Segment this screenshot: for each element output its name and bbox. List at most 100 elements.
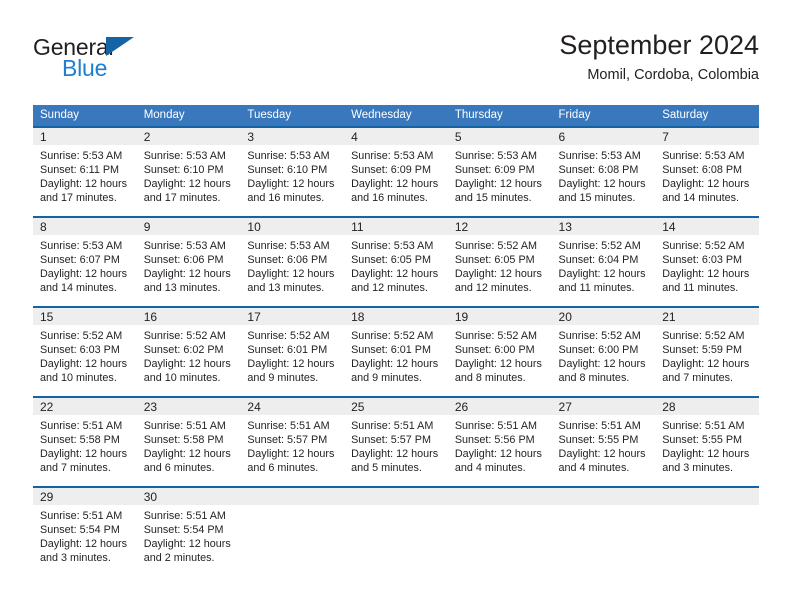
calendar-day-cell[interactable]: 9 Sunrise: 5:53 AM Sunset: 6:06 PM Daylight… [136,218,241,306]
day-details: Sunrise: 5:52 AM Sunset: 6:00 PM Daylight:… [448,325,552,385]
calendar-day-cell[interactable]: 17 Sunrise: 5:52 AM Sunset: 6:01 PM Dayligh… [240,308,345,396]
calendar-day-cell[interactable]: 11 Sunrise: 5:53 AM Sunset: 6:05 PM Dayligh… [344,218,448,306]
day-detail-line: and 15 minutes. [558,192,636,205]
calendar-day-cell[interactable]: 15 Sunrise: 5:52 AM Sunset: 6:03 PM Dayligh… [33,308,137,396]
day-detail-line: Sunset: 6:07 PM [40,254,120,267]
day-detail-line: Sunrise: 5:51 AM [40,510,123,522]
calendar-day-cell[interactable]: 8 Sunrise: 5:53 AM Sunset: 6:07 PM Daylight… [33,218,137,306]
calendar-day-cell[interactable]: 16 Sunrise: 5:52 AM Sunset: 6:02 PM Dayligh… [136,308,241,396]
day-detail-line: Sunset: 6:04 PM [558,254,639,267]
day-detail-line: Daylight: 12 hours [247,448,335,461]
calendar-day-cell[interactable]: 19 Sunrise: 5:52 AM Sunset: 6:00 PM Dayligh… [447,308,552,396]
calendar-day-cell[interactable]: 22 Sunrise: 5:51 AM Sunset: 5:58 PM Dayligh… [33,398,137,486]
calendar-cell: 12 Sunrise: 5:52 AM Sunset: 6:05 PM Dayligh… [447,216,552,307]
calendar-day-cell[interactable]: 4 Sunrise: 5:53 AM Sunset: 6:09 PM Daylight… [344,128,448,216]
calendar-day-cell[interactable]: 21 Sunrise: 5:52 AM Sunset: 5:59 PM Dayligh… [655,308,759,396]
day-detail-line: and 5 minutes. [351,462,422,475]
calendar-day-cell[interactable]: 26 Sunrise: 5:51 AM Sunset: 5:56 PM Dayligh… [447,398,552,486]
calendar-day-cell[interactable]: 27 Sunrise: 5:51 AM Sunset: 5:55 PM Dayligh… [551,398,656,486]
day-details: Sunrise: 5:52 AM Sunset: 6:00 PM Daylight:… [552,325,656,385]
calendar-day-cell[interactable]: 12 Sunrise: 5:52 AM Sunset: 6:05 PM Dayligh… [447,218,552,306]
day-detail-line: Sunset: 6:09 PM [351,164,431,177]
day-details: Sunrise: 5:52 AM Sunset: 6:04 PM Daylight:… [552,235,656,295]
calendar-cell: 6 Sunrise: 5:53 AM Sunset: 6:08 PM Daylight… [551,126,656,217]
day-detail-line: and 7 minutes. [40,462,111,475]
day-number: 23 [136,398,241,415]
logo-text-blue: Blue [62,55,108,81]
day-details: Sunrise: 5:52 AM Sunset: 6:03 PM Daylight:… [33,325,137,385]
calendar-cell: 11 Sunrise: 5:53 AM Sunset: 6:05 PM Dayligh… [344,216,448,307]
day-detail-line: Daylight: 12 hours [40,358,128,371]
calendar-day-cell[interactable]: 29 Sunrise: 5:51 AM Sunset: 5:54 PM Dayligh… [33,488,137,574]
day-detail-line: and 17 minutes. [40,192,117,205]
day-details: Sunrise: 5:53 AM Sunset: 6:06 PM Daylight:… [137,235,241,295]
calendar-cell: 30 Sunrise: 5:51 AM Sunset: 5:54 PM Dayligh… [136,486,241,574]
calendar-day-cell[interactable]: 23 Sunrise: 5:51 AM Sunset: 5:58 PM Dayligh… [136,398,241,486]
day-detail-line: Sunrise: 5:53 AM [454,150,538,162]
calendar-grid: Sunday Monday Tuesday Wednesday Thursday… [33,105,759,574]
calendar-cell: 1 Sunrise: 5:53 AM Sunset: 6:11 PM Daylight… [33,126,137,217]
day-detail-line: and 13 minutes. [247,282,325,295]
calendar-cell: 14 Sunrise: 5:52 AM Sunset: 6:03 PM Dayligh… [655,216,759,307]
calendar-day-cell[interactable]: 13 Sunrise: 5:52 AM Sunset: 6:04 PM Dayligh… [551,218,656,306]
calendar-body: 1 Sunrise: 5:53 AM Sunset: 6:11 PM Daylight… [33,126,759,574]
day-details: Sunrise: 5:52 AM Sunset: 6:01 PM Daylight:… [240,325,344,385]
day-detail-line: and 11 minutes. [558,282,635,295]
day-detail-line: Daylight: 12 hours [351,268,439,281]
calendar-day-cell[interactable]: 24 Sunrise: 5:51 AM Sunset: 5:57 PM Dayligh… [240,398,345,486]
title-block: September 2024 Momil, Cordoba, Colombia [559,28,759,86]
calendar-day-cell[interactable]: 30 Sunrise: 5:51 AM Sunset: 5:54 PM Dayligh… [136,488,241,574]
day-detail-line: and 7 minutes. [662,372,734,385]
calendar-day-cell-empty [344,488,448,574]
day-detail-line: Daylight: 12 hours [40,448,128,461]
day-detail-line: Sunrise: 5:52 AM [454,240,538,252]
calendar-cell: 10 Sunrise: 5:53 AM Sunset: 6:06 PM Dayligh… [240,216,345,307]
column-header-wednesday: Wednesday [344,105,448,127]
day-detail-line: Sunrise: 5:51 AM [351,420,434,432]
calendar-day-cell[interactable]: 6 Sunrise: 5:53 AM Sunset: 6:08 PM Daylight… [551,128,656,216]
day-detail-line: and 6 minutes. [143,462,215,475]
day-detail-line: and 9 minutes. [351,372,422,385]
calendar-cell: 25 Sunrise: 5:51 AM Sunset: 5:57 PM Dayligh… [344,396,448,487]
day-detail-line: Sunrise: 5:52 AM [662,330,745,342]
day-detail-line: Sunset: 6:00 PM [454,344,535,357]
day-detail-line: Sunset: 6:03 PM [662,254,743,267]
day-number: 4 [344,128,448,145]
day-details: Sunrise: 5:53 AM Sunset: 6:09 PM Daylight:… [448,145,552,205]
day-detail-line: Daylight: 12 hours [351,178,439,191]
calendar-day-cell[interactable]: 20 Sunrise: 5:52 AM Sunset: 6:00 PM Dayligh… [551,308,656,396]
day-detail-line: Daylight: 12 hours [558,448,646,461]
day-detail-line: Sunset: 5:54 PM [40,524,120,537]
day-detail-line: Sunset: 6:06 PM [247,254,328,267]
calendar-cell [551,486,656,574]
day-detail-line: Sunset: 6:11 PM [40,164,120,177]
day-detail-line: and 3 minutes. [662,462,734,475]
calendar-day-cell[interactable]: 3 Sunrise: 5:53 AM Sunset: 6:10 PM Daylight… [240,128,345,216]
calendar-page: General Blue September 2024 Momil, Cordo… [0,0,792,612]
day-details: Sunrise: 5:51 AM Sunset: 5:54 PM Daylight:… [137,505,241,565]
day-detail-line: Sunset: 5:59 PM [662,344,743,357]
day-detail-line: Daylight: 12 hours [454,358,542,371]
calendar-day-cell[interactable]: 18 Sunrise: 5:52 AM Sunset: 6:01 PM Dayligh… [344,308,448,396]
day-detail-line: Sunset: 5:58 PM [143,434,224,447]
day-detail-line: Sunrise: 5:51 AM [662,420,745,432]
day-detail-line: Sunset: 6:08 PM [558,164,639,177]
calendar-day-cell[interactable]: 1 Sunrise: 5:53 AM Sunset: 6:11 PM Daylight… [33,128,137,216]
day-detail-line: Sunrise: 5:53 AM [351,240,434,252]
general-blue-logo[interactable]: General Blue [33,34,253,90]
calendar-day-cell[interactable]: 25 Sunrise: 5:51 AM Sunset: 5:57 PM Dayligh… [344,398,448,486]
day-details: Sunrise: 5:51 AM Sunset: 5:55 PM Daylight:… [552,415,656,475]
day-detail-line: Daylight: 12 hours [454,178,542,191]
calendar-day-cell[interactable]: 7 Sunrise: 5:53 AM Sunset: 6:08 PM Daylight… [655,128,759,216]
calendar-day-cell[interactable]: 28 Sunrise: 5:51 AM Sunset: 5:55 PM Dayligh… [655,398,759,486]
day-details: Sunrise: 5:53 AM Sunset: 6:08 PM Daylight:… [655,145,759,205]
calendar-day-cell[interactable]: 14 Sunrise: 5:52 AM Sunset: 6:03 PM Dayligh… [655,218,759,306]
calendar-day-cell[interactable]: 2 Sunrise: 5:53 AM Sunset: 6:10 PM Daylight… [136,128,241,216]
day-details: Sunrise: 5:51 AM Sunset: 5:57 PM Daylight:… [344,415,448,475]
day-number: 13 [551,218,656,235]
calendar-cell [655,486,759,574]
calendar-day-cell[interactable]: 10 Sunrise: 5:53 AM Sunset: 6:06 PM Dayligh… [240,218,345,306]
calendar-day-cell[interactable]: 5 Sunrise: 5:53 AM Sunset: 6:09 PM Daylight… [447,128,552,216]
calendar-cell [447,486,552,574]
calendar-day-cell-empty [655,488,759,574]
